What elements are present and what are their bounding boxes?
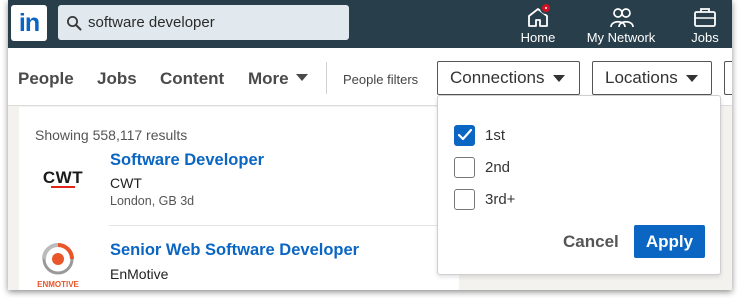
job-title[interactable]: Senior Web Software Developer: [110, 241, 359, 260]
search-icon: [67, 15, 82, 30]
option-label: 3rd+: [485, 190, 516, 208]
next-filter-button[interactable]: [724, 61, 732, 95]
notification-badge: [540, 2, 552, 14]
option-label: 2nd: [485, 158, 511, 176]
company-logo-text: CWT: [43, 168, 83, 187]
connection-option-2nd[interactable]: 2nd: [454, 156, 510, 178]
search-box[interactable]: [58, 5, 349, 40]
connection-option-3rd[interactable]: 3rd+: [454, 188, 515, 210]
company-logo: CWT: [33, 167, 93, 191]
nav-my-network-label: My Network: [586, 30, 656, 45]
checkbox-checked[interactable]: [454, 124, 475, 146]
job-company: CWT: [110, 175, 142, 191]
chevron-down-icon: [685, 74, 698, 82]
locations-filter-label: Locations: [605, 68, 678, 87]
briefcase-icon: [693, 6, 717, 28]
chevron-down-icon: [295, 74, 308, 81]
chevron-down-icon: [552, 74, 565, 82]
results-count: Showing 558,117 results: [35, 127, 188, 143]
checkmark-icon: [457, 128, 472, 141]
connections-filter-label: Connections: [450, 68, 545, 87]
checkbox[interactable]: [454, 188, 475, 210]
nav-jobs-label: Jobs: [691, 30, 719, 45]
search-input[interactable]: [88, 7, 338, 38]
job-card[interactable]: ENMOTIVE Senior Web Software Developer E…: [19, 239, 459, 290]
job-title[interactable]: Software Developer: [110, 151, 264, 170]
job-company: EnMotive: [110, 266, 169, 282]
tab-people[interactable]: People: [18, 69, 74, 89]
company-logo-text: ENMOTIVE: [37, 280, 79, 289]
nav-home[interactable]: Home: [518, 0, 558, 48]
tab-jobs[interactable]: Jobs: [97, 69, 137, 89]
connection-option-1st[interactable]: 1st: [454, 124, 505, 146]
apply-button[interactable]: Apply: [634, 225, 705, 258]
divider: [326, 62, 327, 94]
top-navigation: in Home: [8, 0, 732, 48]
network-icon: [609, 6, 634, 28]
tab-more[interactable]: More: [248, 69, 308, 89]
cancel-button[interactable]: Cancel: [563, 232, 619, 252]
results-panel: Showing 558,117 results CWT Software Dev…: [19, 107, 459, 290]
tab-more-label: More: [248, 69, 289, 88]
locations-filter-button[interactable]: Locations: [592, 61, 712, 95]
home-icon: [526, 2, 552, 28]
nav-home-label: Home: [520, 30, 556, 45]
checkbox[interactable]: [454, 156, 475, 178]
connections-dropdown: 1st 2nd 3rd+ Cancel Apply: [437, 95, 721, 275]
nav-my-network[interactable]: My Network: [584, 0, 658, 48]
job-location: London, GB 3d: [110, 194, 195, 208]
divider: [109, 225, 459, 226]
company-logo: ENMOTIVE: [33, 239, 83, 290]
people-filters-label: People filters: [343, 72, 419, 87]
tab-content[interactable]: Content: [160, 69, 224, 89]
connections-filter-button[interactable]: Connections: [437, 61, 580, 95]
nav-jobs[interactable]: Jobs: [688, 0, 722, 48]
app-window: in Home: [8, 0, 732, 290]
logo-text: in: [18, 8, 40, 37]
job-card[interactable]: CWT Software Developer CWT London, GB 3d: [19, 149, 459, 219]
option-label: 1st: [485, 126, 506, 144]
linkedin-logo[interactable]: in: [11, 5, 47, 41]
